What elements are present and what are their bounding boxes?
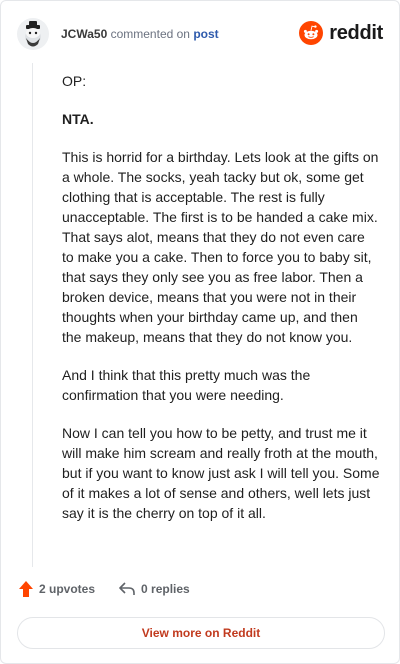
thread-line [32,63,33,567]
comment-actions: 2 upvotes 0 replies [19,581,214,597]
reddit-logo[interactable]: reddit [299,21,383,45]
comment-action-text: commented on [110,27,190,41]
reply-button[interactable]: 0 replies [119,582,190,596]
upvote-button[interactable]: 2 upvotes [19,581,95,597]
username-link[interactable]: JCWa50 [61,27,107,41]
avatar-snoo-icon [17,18,49,50]
upvote-arrow-icon [19,581,33,597]
reddit-wordmark: reddit [329,21,383,44]
reddit-snoo-icon [299,21,324,45]
view-more-button[interactable]: View more on Reddit [17,617,385,649]
comment-meta: JCWa50 commented on post [61,27,219,41]
comment-body: OP: NTA. This is horrid for a birthday. … [62,71,380,541]
comment-paragraph: NTA. [62,111,94,127]
post-link[interactable]: post [193,27,218,41]
comment-paragraph: And I think that this pretty much was th… [62,367,311,403]
reddit-comment-embed: JCWa50 commented on post reddit OP: NTA.… [0,0,400,664]
comment-paragraph: Now I can tell you how to be petty, and … [62,425,380,521]
comment-paragraph: OP: [62,73,87,89]
reply-count: 0 replies [141,582,190,596]
upvote-count: 2 upvotes [39,582,96,596]
comment-header: JCWa50 commented on post reddit [17,17,383,51]
reply-arrow-icon [119,582,135,595]
user-avatar[interactable] [17,18,49,50]
comment-paragraph: This is horrid for a birthday. Lets look… [62,149,379,345]
